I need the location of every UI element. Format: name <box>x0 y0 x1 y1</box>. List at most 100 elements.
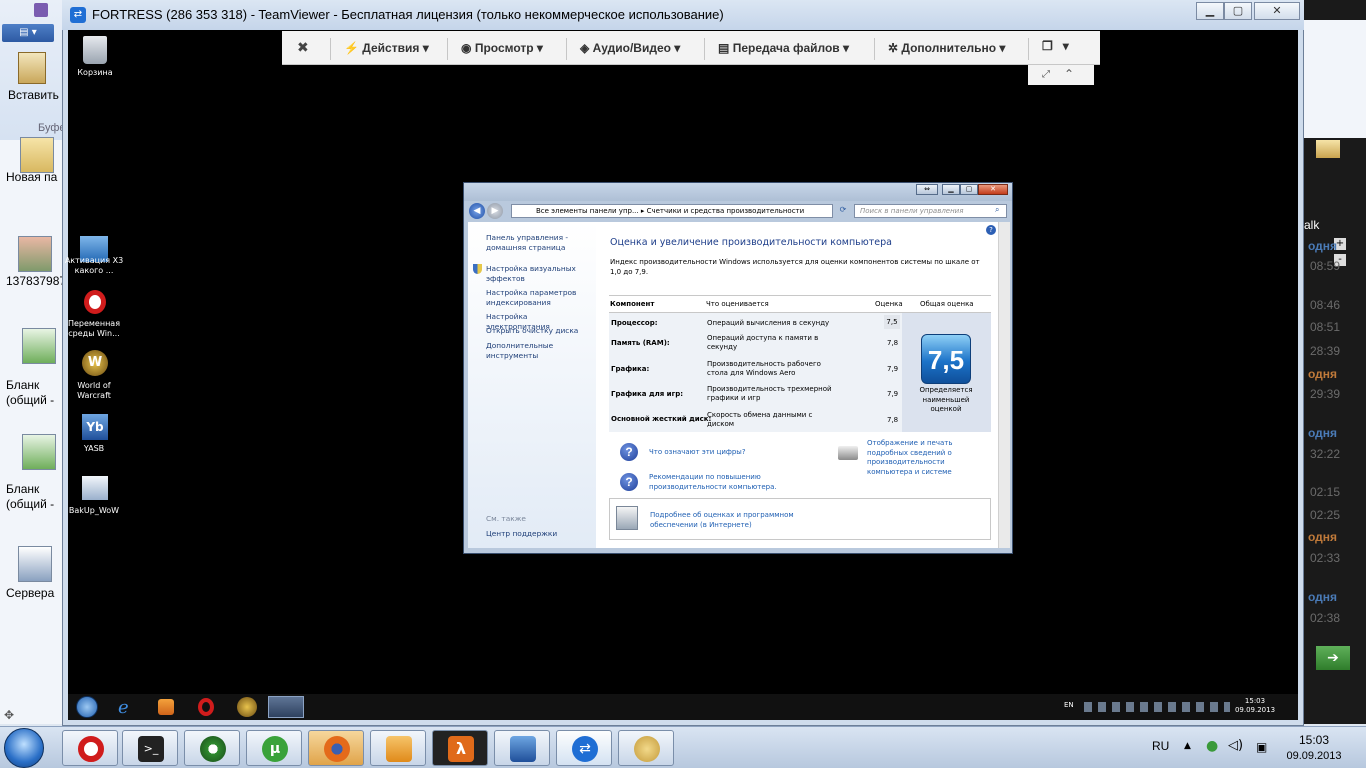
taskbar-opera[interactable] <box>62 730 118 766</box>
taskbar-teamviewer[interactable]: ⇄ <box>556 730 612 766</box>
paint-palette-icon <box>634 736 660 762</box>
cp-restore-button[interactable]: ⇔ <box>916 184 938 195</box>
fullscreen-icon[interactable]: ⤢ <box>1042 69 1050 80</box>
taskbar-outlook[interactable] <box>370 730 426 766</box>
control-panel-task-icon[interactable] <box>268 696 304 718</box>
recycle-bin-icon[interactable] <box>83 36 107 64</box>
forward-arrow-icon[interactable]: ➔ <box>1316 646 1350 670</box>
address-bar[interactable]: Все элементы панели упр... ▸ Счетчики и … <box>511 204 833 218</box>
page-heading: Оценка и увеличение производительности к… <box>610 237 893 248</box>
toolbar-view[interactable]: ◉ Просмотр ▾ <box>461 41 543 55</box>
half-life-icon: λ <box>448 736 474 762</box>
table-divider <box>609 295 991 296</box>
link-cp-home[interactable]: Панель управления - домашняя страница <box>486 233 586 252</box>
taskbar-console[interactable]: >_ <box>122 730 178 766</box>
excel-icon[interactable] <box>22 328 56 364</box>
cp-maximize-button[interactable]: ▢ <box>960 184 978 195</box>
gears-icon: ✲ <box>888 41 899 55</box>
excel-icon[interactable] <box>22 434 56 470</box>
link-advanced-tools[interactable]: Дополнительные инструменты <box>486 341 586 360</box>
help-icon[interactable]: ? <box>986 225 996 235</box>
lightning-icon: ⚡ <box>344 41 359 55</box>
search-icon[interactable]: ⌕ <box>995 205 999 215</box>
taskbar-eye-app[interactable] <box>184 730 240 766</box>
toolbar-audio-video[interactable]: ◈ Аудио/Видео ▾ <box>580 41 680 55</box>
scrollbar[interactable] <box>998 222 1010 548</box>
image-icon[interactable] <box>18 236 52 272</box>
row-component: Процессор: <box>611 319 658 327</box>
row-component: Графика для игр: <box>611 390 684 398</box>
maximize-button[interactable]: ▢ <box>1224 2 1252 20</box>
teamviewer-icon: ⇄ <box>572 736 598 762</box>
tray-lang[interactable]: EN <box>1064 701 1074 709</box>
taskbar-utorrent[interactable]: µ <box>246 730 302 766</box>
media-player-icon[interactable] <box>158 699 174 715</box>
tray-arrow-icon[interactable]: ▲ <box>1184 741 1191 751</box>
ribbon-menu-button[interactable]: ▤ ▾ <box>2 24 54 42</box>
toolbar-extras[interactable]: ✲ Дополнительно ▾ <box>888 41 1005 55</box>
wow-icon[interactable] <box>237 697 257 717</box>
yasb-icon[interactable]: Yb <box>82 414 108 440</box>
link-online-info[interactable]: Подробнее об оценках и программном обесп… <box>650 511 810 530</box>
chat-time-label: 02:25 <box>1310 508 1341 522</box>
backup-icon[interactable] <box>82 476 108 500</box>
opera-icon <box>78 736 104 762</box>
volume-icon[interactable]: ◁) <box>1228 738 1243 753</box>
refresh-icon[interactable]: ⟳ <box>836 205 850 217</box>
server-icon[interactable] <box>18 546 52 582</box>
clock-date[interactable]: 09.09.2013 <box>1280 750 1348 762</box>
opera-icon[interactable] <box>84 290 106 314</box>
shield-icon <box>473 264 482 274</box>
taskbar-firefox[interactable] <box>308 730 364 766</box>
row-component: Графика: <box>611 365 650 373</box>
language-indicator[interactable]: RU <box>1152 739 1169 753</box>
chat-day-label: одня <box>1308 530 1338 544</box>
link-visual-effects[interactable]: Настройка визуальных эффектов <box>486 264 586 283</box>
chat-time-label: 08:51 <box>1310 320 1341 334</box>
close-button[interactable]: ✕ <box>1254 2 1300 20</box>
clock-time[interactable]: 15:03 <box>1286 733 1342 747</box>
flag-icon[interactable]: ▣ <box>1256 740 1267 754</box>
col-score: Оценка <box>875 300 903 308</box>
link-action-center[interactable]: Центр поддержки <box>486 529 586 539</box>
link-disk-cleanup[interactable]: Открыть очистку диска <box>486 326 586 336</box>
taskbar-half-life[interactable]: λ <box>432 730 488 766</box>
chat-time-label: 02:33 <box>1310 551 1341 565</box>
chat-toolbar-icon[interactable] <box>1316 140 1340 158</box>
link-what-numbers[interactable]: Что означают эти цифры? <box>649 448 746 458</box>
wow-icon[interactable]: W <box>82 350 108 376</box>
chat-time-label: 02:15 <box>1310 485 1341 499</box>
link-improve-tips[interactable]: Рекомендации по повышению производительн… <box>649 473 779 492</box>
taskbar-paint[interactable] <box>618 730 674 766</box>
search-input[interactable]: Поиск в панели управления <box>854 204 1007 218</box>
desktop-icon-label: Корзина <box>77 68 113 77</box>
end-session-icon[interactable]: ✖ <box>297 40 309 56</box>
row-what: Производительность рабочего стола для Wi… <box>707 360 821 377</box>
link-print-details[interactable]: Отображение и печать подробных сведений … <box>867 439 992 477</box>
back-arrow-icon[interactable]: ◀ <box>469 203 485 219</box>
paste-label[interactable]: Вставить <box>8 88 59 102</box>
paste-icon[interactable] <box>18 52 46 84</box>
ie-icon[interactable]: e <box>118 697 129 718</box>
toolbar-window-mode[interactable]: ❐ ▾ <box>1042 39 1069 53</box>
collapse-toolbar-icon[interactable]: ⌃ <box>1064 67 1074 81</box>
taskbar-remote-desktop[interactable] <box>494 730 550 766</box>
desktop-item-label: 137837987 <box>6 274 64 288</box>
minimize-button[interactable]: ▁ <box>1196 2 1224 20</box>
start-button[interactable] <box>4 728 44 768</box>
cp-close-button[interactable]: ✕ <box>978 184 1008 195</box>
opera-icon[interactable] <box>198 698 214 716</box>
remote-clock[interactable]: 15:03 09.09.2013 <box>1232 697 1278 715</box>
folder-icon[interactable] <box>20 137 54 173</box>
start-orb-icon[interactable] <box>76 696 98 718</box>
qat-save-icon[interactable] <box>34 3 48 17</box>
chat-bubble-icon: ◈ <box>580 41 590 55</box>
row-score: 7,5 <box>884 315 900 329</box>
network-icon[interactable]: ● <box>1206 738 1218 754</box>
toolbar-actions[interactable]: ⚡ Действия ▾ <box>344 41 429 55</box>
desktop-item-label: Новая па <box>6 170 58 184</box>
cp-minimize-button[interactable]: ▁ <box>942 184 960 195</box>
link-indexing[interactable]: Настройка параметров индексирования <box>486 288 586 307</box>
toolbar-file-transfer[interactable]: ▤ Передача файлов ▾ <box>718 41 849 55</box>
forward-arrow-icon[interactable]: ▶ <box>487 203 503 219</box>
